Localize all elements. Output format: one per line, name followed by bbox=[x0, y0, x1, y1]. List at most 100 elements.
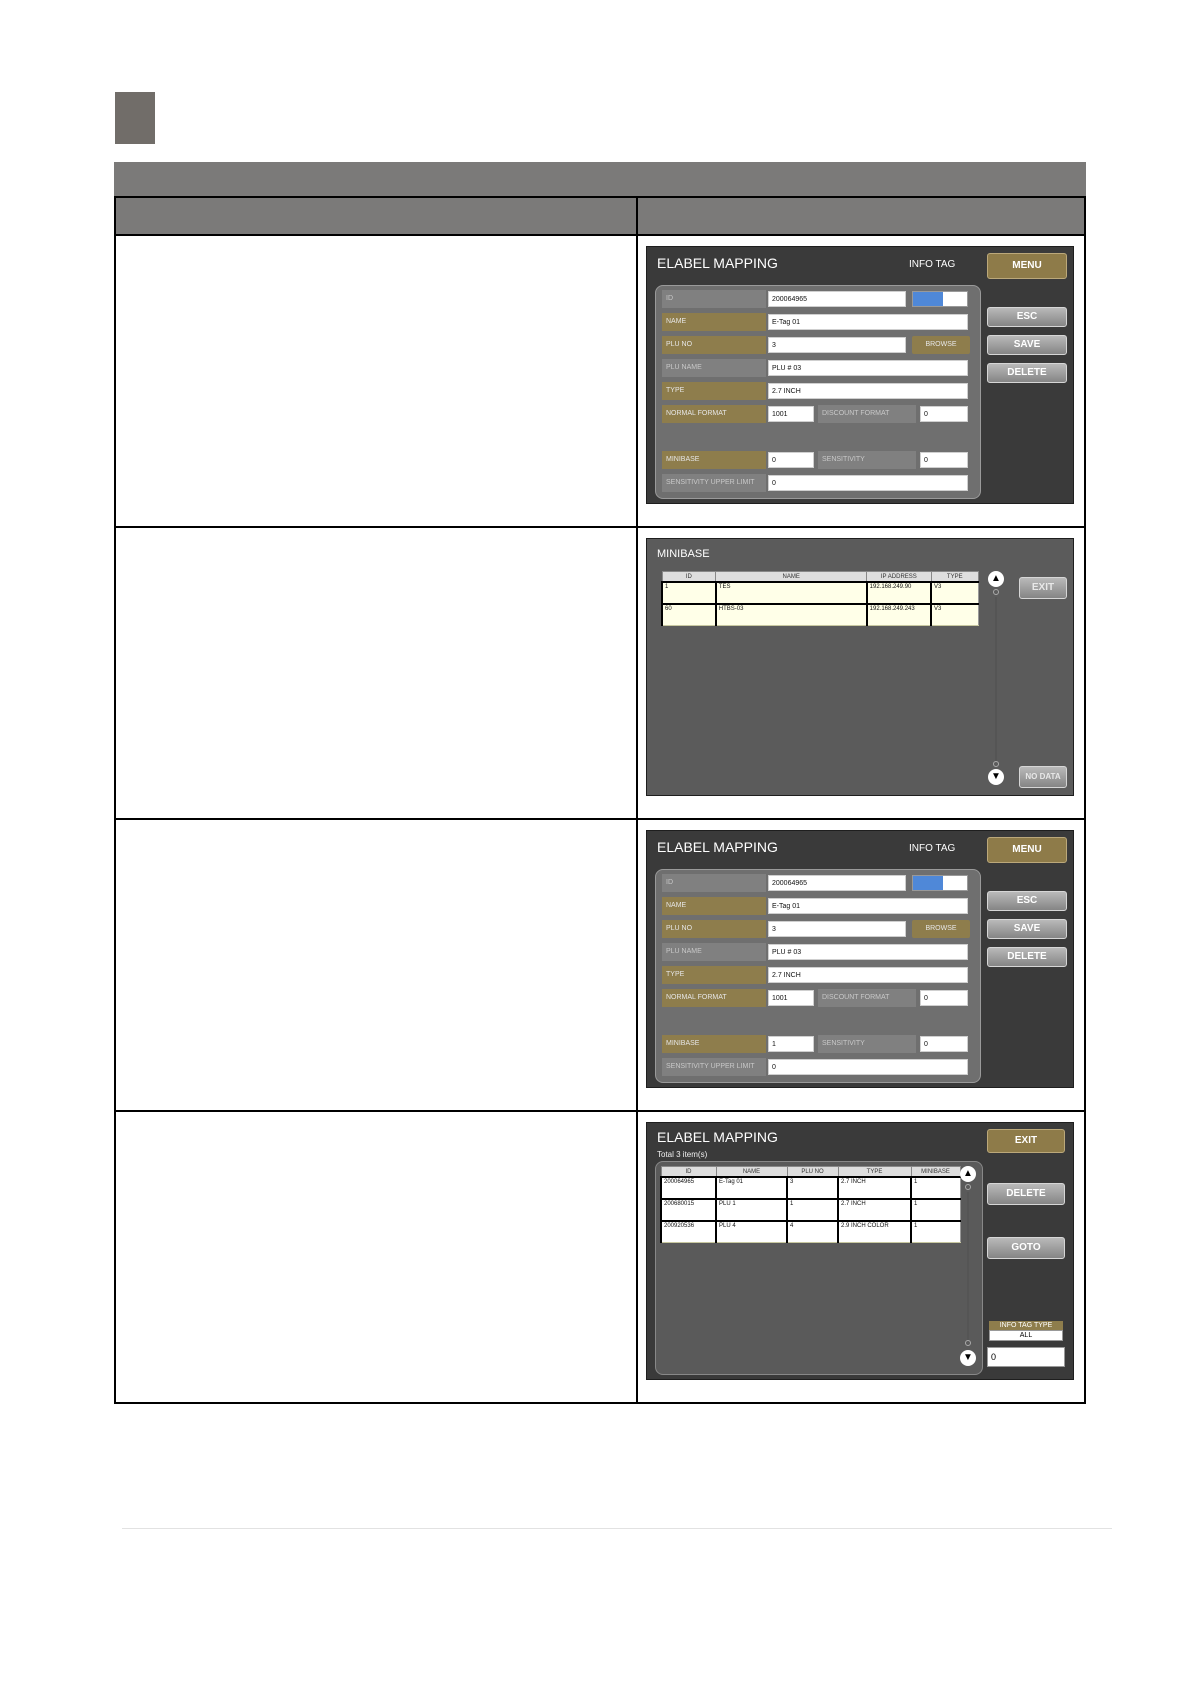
cell: PLU 1 bbox=[715, 1198, 788, 1222]
discount-format-field[interactable]: 0 bbox=[920, 406, 968, 422]
delete-button[interactable]: DELETE bbox=[987, 363, 1067, 383]
browse-button[interactable]: BROWSE bbox=[912, 336, 970, 354]
column-header[interactable]: ID bbox=[661, 571, 717, 583]
column-header[interactable]: NAME bbox=[715, 571, 868, 583]
table-row[interactable]: 200920536 PLU 4 4 2.9 INCH COLOR 1 bbox=[660, 1220, 961, 1243]
plu-no-field[interactable]: 3 bbox=[768, 337, 906, 353]
sensitivity-upper-limit-label: SENSITIVITY UPPER LIMIT bbox=[662, 474, 766, 492]
scroll-dot-icon bbox=[993, 761, 999, 767]
scroll-dot-icon bbox=[965, 1184, 971, 1190]
instruction-table: ELABEL MAPPING INFO TAG MENU ESC SAVE DE… bbox=[114, 196, 1086, 1404]
scrollbar-track[interactable] bbox=[967, 1192, 969, 1340]
table-header-row: ID NAME PLU NO TYPE MINIBASE bbox=[660, 1166, 961, 1178]
save-button[interactable]: SAVE bbox=[987, 335, 1067, 355]
exit-button[interactable]: EXIT bbox=[987, 1129, 1065, 1153]
browse-button[interactable]: BROWSE bbox=[912, 920, 970, 938]
arrow-up-icon[interactable]: ▲ bbox=[960, 1166, 976, 1182]
count-field[interactable]: 0 bbox=[987, 1347, 1065, 1367]
screen-cell: ELABEL MAPPING INFO TAG MENU ESC SAVE DE… bbox=[636, 234, 1086, 528]
id-label: ID bbox=[662, 874, 766, 892]
cell: 1 bbox=[910, 1220, 961, 1243]
discount-format-field[interactable]: 0 bbox=[920, 990, 968, 1006]
exit-button[interactable]: EXIT bbox=[1019, 577, 1067, 599]
name-field[interactable]: E-Tag 01 bbox=[768, 314, 968, 330]
name-field[interactable]: E-Tag 01 bbox=[768, 898, 968, 914]
sensitivity-upper-limit-field[interactable]: 0 bbox=[768, 1059, 968, 1075]
toggle-on-indicator bbox=[913, 292, 943, 306]
normal-format-label: NORMAL FORMAT bbox=[662, 989, 766, 1007]
cell: 1 bbox=[786, 1198, 839, 1222]
plu-name-field[interactable]: PLU # 03 bbox=[768, 944, 968, 960]
sensitivity-upper-limit-field[interactable]: 0 bbox=[768, 475, 968, 491]
save-button[interactable]: SAVE bbox=[987, 919, 1067, 939]
cell: PLU 4 bbox=[715, 1220, 788, 1243]
table-header-row: ID NAME IP ADDRESS TYPE bbox=[661, 571, 979, 583]
description-cell bbox=[114, 234, 638, 528]
plu-no-field[interactable]: 3 bbox=[768, 921, 906, 937]
cell: E-Tag 01 bbox=[715, 1176, 788, 1200]
normal-format-field[interactable]: 1001 bbox=[768, 990, 814, 1006]
id-toggle[interactable] bbox=[912, 875, 968, 891]
name-label: NAME bbox=[662, 313, 766, 331]
info-tag-label: INFO TAG bbox=[909, 843, 956, 854]
plu-name-field[interactable]: PLU # 03 bbox=[768, 360, 968, 376]
cell: 200064965 bbox=[660, 1176, 717, 1200]
minibase-table: ID NAME IP ADDRESS TYPE 1 TES 192.168.24… bbox=[661, 571, 979, 626]
table-row[interactable]: 60 HTBS-03 192.168.249.243 V3 bbox=[661, 603, 979, 626]
cell: 60 bbox=[661, 603, 717, 626]
table-row[interactable]: 200064965 E-Tag 01 3 2.7 INCH 1 bbox=[660, 1176, 961, 1200]
id-field[interactable]: 200064965 bbox=[768, 875, 906, 891]
column-header[interactable]: MINIBASE bbox=[910, 1166, 961, 1178]
table-row: ELABEL MAPPING INFO TAG MENU ESC SAVE DE… bbox=[114, 818, 1086, 1112]
delete-button[interactable]: DELETE bbox=[987, 1183, 1065, 1205]
info-tag-type-select[interactable]: ALL bbox=[989, 1330, 1063, 1341]
sensitivity-field[interactable]: 0 bbox=[920, 452, 968, 468]
arrow-down-icon[interactable]: ▼ bbox=[988, 769, 1004, 785]
elabel-mapping-screen: ELABEL MAPPING INFO TAG MENU ESC SAVE DE… bbox=[646, 246, 1074, 504]
minibase-label: MINIBASE bbox=[662, 1035, 766, 1053]
scroll-dot-icon bbox=[993, 589, 999, 595]
column-header[interactable]: IP ADDRESS bbox=[866, 571, 932, 583]
cell: 192.168.249.243 bbox=[865, 603, 932, 626]
normal-format-label: NORMAL FORMAT bbox=[662, 405, 766, 423]
minibase-field[interactable]: 0 bbox=[768, 452, 814, 468]
discount-format-label: DISCOUNT FORMAT bbox=[818, 405, 916, 423]
sensitivity-label: SENSITIVITY bbox=[818, 451, 916, 469]
id-field[interactable]: 200064965 bbox=[768, 291, 906, 307]
arrow-up-icon[interactable]: ▲ bbox=[988, 571, 1004, 587]
form-panel: ID 200064965 NAME E-Tag 01 PLU NO 3 BROW… bbox=[655, 285, 981, 499]
column-header[interactable]: TYPE bbox=[837, 1166, 912, 1178]
id-toggle[interactable] bbox=[912, 291, 968, 307]
cell: 1 bbox=[661, 581, 717, 605]
header-cell-description bbox=[114, 196, 638, 236]
table-row: ELABEL MAPPING Total 3 item(s) EXIT ID N… bbox=[114, 1110, 1086, 1404]
description-cell bbox=[114, 1110, 638, 1404]
type-field[interactable]: 2.7 INCH bbox=[768, 967, 968, 983]
cell: 200680015 bbox=[660, 1198, 717, 1222]
arrow-down-icon[interactable]: ▼ bbox=[960, 1350, 976, 1366]
footer-divider bbox=[122, 1528, 1112, 1529]
delete-button[interactable]: DELETE bbox=[987, 947, 1067, 967]
table-row[interactable]: 200680015 PLU 1 1 2.7 INCH 1 bbox=[660, 1198, 961, 1222]
menu-button[interactable]: MENU bbox=[987, 837, 1067, 863]
scrollbar-track[interactable] bbox=[995, 597, 997, 761]
minibase-field[interactable]: 1 bbox=[768, 1036, 814, 1052]
esc-button[interactable]: ESC bbox=[987, 307, 1067, 327]
cell: TES bbox=[714, 581, 868, 605]
chapter-marker bbox=[115, 92, 155, 144]
no-data-button[interactable]: NO DATA bbox=[1019, 766, 1067, 788]
esc-button[interactable]: ESC bbox=[987, 891, 1067, 911]
goto-button[interactable]: GOTO bbox=[987, 1237, 1065, 1259]
column-header[interactable]: ID bbox=[660, 1166, 717, 1178]
normal-format-field[interactable]: 1001 bbox=[768, 406, 814, 422]
sensitivity-field[interactable]: 0 bbox=[920, 1036, 968, 1052]
column-header[interactable]: NAME bbox=[715, 1166, 788, 1178]
table-row[interactable]: 1 TES 192.168.249.90 V3 bbox=[661, 581, 979, 605]
description-cell bbox=[114, 526, 638, 820]
column-header[interactable]: PLU NO bbox=[786, 1166, 839, 1178]
menu-button[interactable]: MENU bbox=[987, 253, 1067, 279]
column-header[interactable]: TYPE bbox=[930, 571, 979, 583]
minibase-label: MINIBASE bbox=[662, 451, 766, 469]
type-field[interactable]: 2.7 INCH bbox=[768, 383, 968, 399]
screen-cell: MINIBASE ID NAME IP ADDRESS TYPE 1 TES 1… bbox=[636, 526, 1086, 820]
